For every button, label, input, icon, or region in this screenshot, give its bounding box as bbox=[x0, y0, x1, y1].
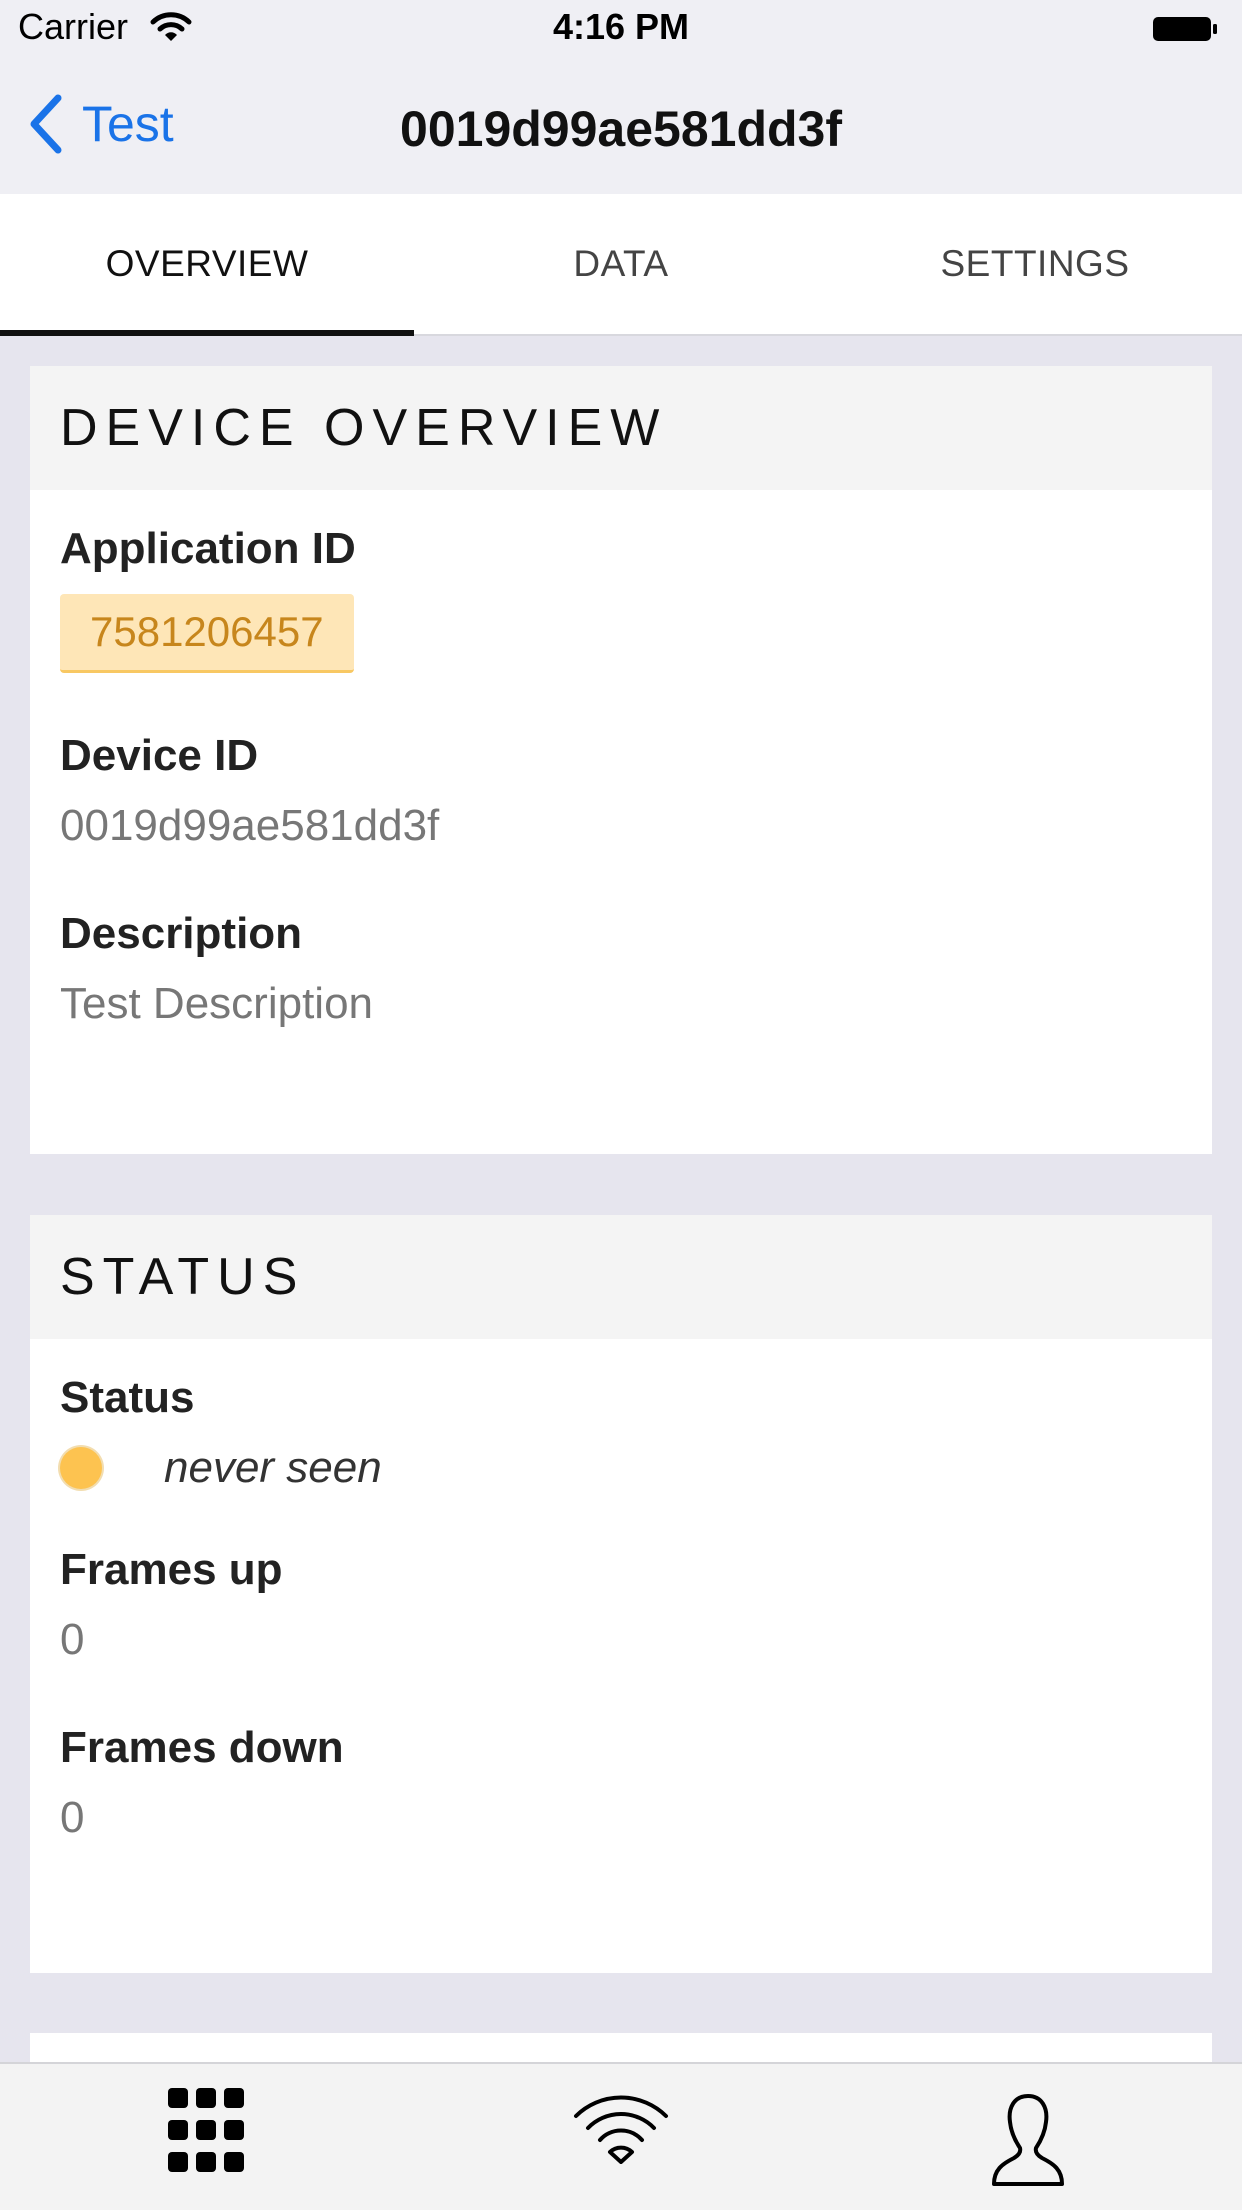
device-id-value: 0019d99ae581dd3f bbox=[60, 801, 440, 850]
frames-down-field: Frames down 0 bbox=[30, 1723, 1212, 1843]
segment-tabs: OVERVIEW DATA SETTINGS bbox=[0, 194, 1242, 336]
frames-up-label: Frames up bbox=[60, 1545, 283, 1594]
grid-icon[interactable] bbox=[168, 2088, 244, 2172]
description-field: Description Test Description bbox=[30, 909, 1212, 1029]
clock: 4:16 PM bbox=[552, 6, 690, 47]
frames-down-label: Frames down bbox=[60, 1723, 344, 1772]
device-id-field: Device ID 0019d99ae581dd3f bbox=[30, 731, 1212, 851]
status-row: never seen bbox=[60, 1443, 1212, 1493]
description-value: Test Description bbox=[60, 979, 374, 1028]
status-field: Status never seen bbox=[30, 1373, 1212, 1493]
person-icon[interactable] bbox=[990, 2092, 1066, 2188]
description-label: Description bbox=[60, 909, 303, 958]
wifi-icon[interactable] bbox=[572, 2094, 670, 2164]
page-title: 0019d99ae581dd3f bbox=[400, 101, 842, 157]
device-overview-card: DEVICE OVERVIEW Application ID 758120645… bbox=[30, 366, 1212, 1154]
frames-up-value: 0 bbox=[60, 1615, 85, 1664]
status-card: STATUS Status never seen Frames up 0 Fra… bbox=[30, 1215, 1212, 1973]
device-overview-header: DEVICE OVERVIEW bbox=[30, 366, 1212, 490]
status-bar: Carrier 4:16 PM bbox=[0, 0, 1242, 60]
bottom-tab-bar bbox=[0, 2062, 1242, 2210]
status-label: Status bbox=[60, 1373, 195, 1422]
application-id-label: Application ID bbox=[60, 524, 356, 573]
application-id-field: Application ID 7581206457 bbox=[30, 524, 1212, 673]
application-id-badge[interactable]: 7581206457 bbox=[60, 594, 354, 673]
device-id-label: Device ID bbox=[60, 731, 259, 780]
tab-data[interactable]: DATA bbox=[414, 194, 828, 334]
frames-down-value: 0 bbox=[60, 1793, 85, 1842]
tab-settings[interactable]: SETTINGS bbox=[828, 194, 1242, 334]
battery-icon bbox=[1153, 17, 1217, 41]
status-value: never seen bbox=[164, 1443, 382, 1492]
status-header: STATUS bbox=[30, 1215, 1212, 1339]
status-indicator bbox=[60, 1447, 102, 1489]
navigation-bar: Test 0019d99ae581dd3f bbox=[0, 60, 1242, 194]
frames-up-field: Frames up 0 bbox=[30, 1545, 1212, 1665]
tab-overview[interactable]: OVERVIEW bbox=[0, 194, 414, 336]
